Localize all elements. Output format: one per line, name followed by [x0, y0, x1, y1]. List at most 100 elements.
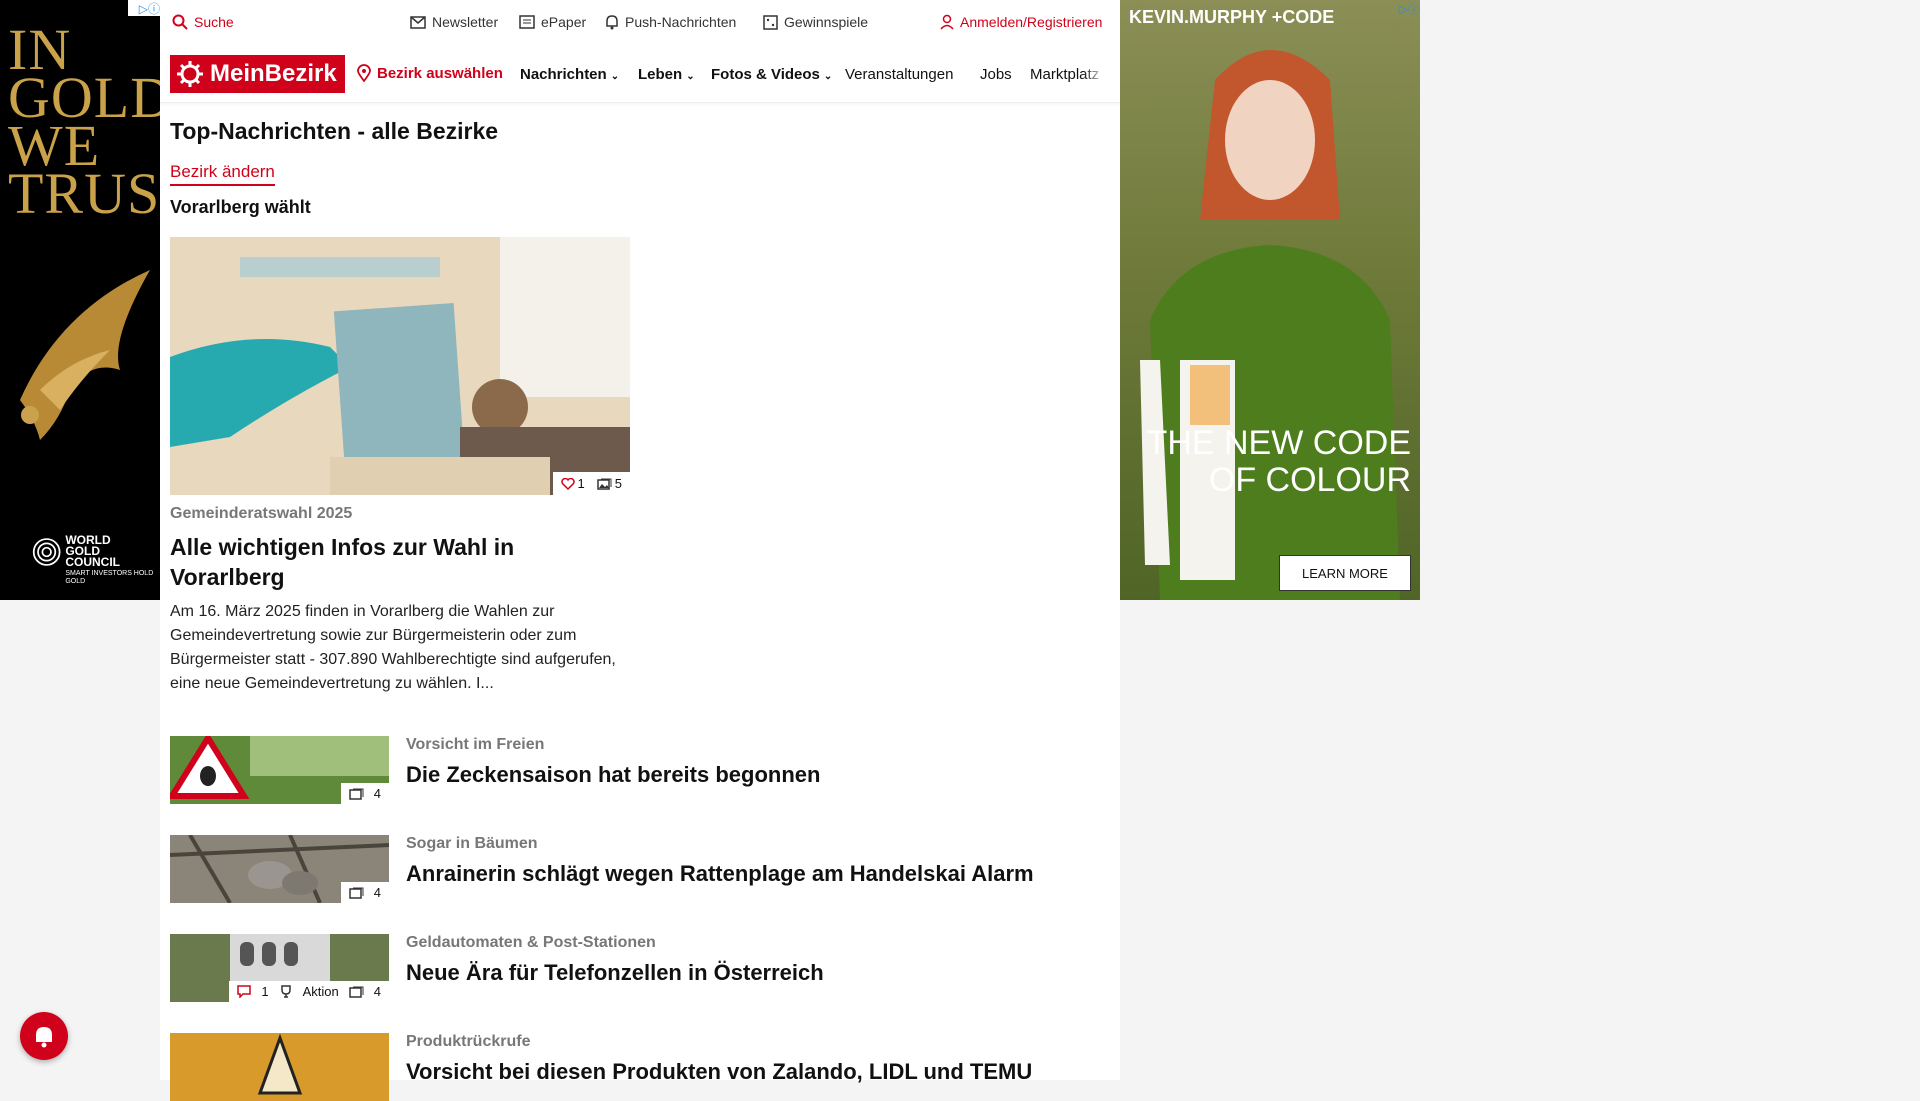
nav-jobs[interactable]: Jobs — [980, 66, 1012, 83]
gallery-icon — [349, 788, 364, 800]
hero-title[interactable]: Alle wichtigen Infos zur Wahl in Vorarlb… — [170, 532, 630, 592]
comment-icon — [237, 985, 252, 998]
ad-brand: KEVIN.MURPHY +CODE — [1129, 7, 1335, 27]
chevron-down-icon: ⌄ — [823, 71, 833, 82]
search-link[interactable]: Suche — [172, 14, 234, 30]
contests-link[interactable]: Gewinnspiele — [763, 14, 868, 30]
images-count: 4 — [373, 786, 381, 801]
nav-life[interactable]: Leben ⌄ — [638, 66, 695, 83]
nav-news[interactable]: Nachrichten ⌄ — [520, 66, 619, 83]
left-ad-banner[interactable]: ▷ⓘ IN GOLD WE TRUST WORLD GOLD COUNCIL S… — [0, 0, 160, 600]
newsletter-link[interactable]: Newsletter — [410, 14, 498, 30]
chevron-down-icon: ⌄ — [610, 71, 620, 82]
world-gold-council-logo: WORLD GOLD COUNCIL SMART INVESTORS HOLD … — [32, 534, 160, 586]
newspaper-icon — [519, 15, 535, 29]
nav-life-label: Leben — [638, 66, 683, 83]
newsletter-label: Newsletter — [432, 14, 499, 30]
login-label: Anmelden/Registrieren — [960, 14, 1103, 30]
wgc-line3: COUNCIL — [65, 555, 121, 569]
nav-events[interactable]: Veranstaltungen — [845, 66, 953, 83]
nav-news-label: Nachrichten — [520, 66, 607, 83]
ad-model-image — [1140, 50, 1400, 600]
notification-bell-button[interactable] — [20, 1012, 68, 1060]
article-kicker: Produktrückrufe — [406, 1033, 531, 1050]
images-badge: 5 — [597, 476, 622, 491]
main-content: Suche Newsletter ePaper Push-Nachrichten… — [160, 0, 1120, 1101]
nav-marketplace[interactable]: Marktplatz — [1030, 66, 1106, 83]
hero-stats: 1 5 — [552, 472, 630, 495]
page-title: Top-Nachrichten - alle Bezirke — [170, 118, 499, 144]
bell-icon — [606, 15, 618, 30]
location-pin-icon — [357, 64, 371, 82]
search-icon — [172, 14, 188, 30]
heart-icon — [560, 477, 575, 490]
article-thumbnail[interactable]: 4 — [170, 736, 389, 804]
logo-sun-icon — [177, 61, 203, 87]
section-heading: Vorarlberg wählt — [170, 197, 311, 217]
ad-headline: IN GOLD WE TRUST — [8, 17, 160, 226]
change-district-link[interactable]: Bezirk ändern — [170, 162, 275, 186]
gold-eagle-image — [20, 270, 150, 440]
site-logo[interactable]: MeinBezirk — [170, 55, 345, 93]
nav-photos-videos[interactable]: Fotos & Videos ⌄ — [711, 66, 832, 83]
gift-icon — [763, 14, 778, 30]
comments-count: 1 — [261, 984, 269, 999]
article-title[interactable]: Neue Ära für Telefonzellen in Österreich — [406, 960, 824, 986]
main-navigation: MeinBezirk Bezirk auswählen Nachrichten ⌄… — [160, 46, 1120, 103]
article-kicker: Sogar in Bäumen — [406, 835, 538, 852]
aktion-label: Aktion — [302, 984, 339, 999]
article-thumbnail[interactable] — [170, 1033, 389, 1101]
right-ad-banner[interactable]: ▷ⓘ KEVIN.MURPHY +CODE THE NEW CODE OF CO… — [1120, 0, 1420, 600]
ballot-photo — [170, 237, 630, 495]
adchoices-icon[interactable]: ▷ⓘ — [1388, 0, 1420, 16]
article-item[interactable]: 4 Vorsicht im Freien Die Zeckensaison ha… — [170, 736, 1100, 804]
adchoices-icon[interactable]: ▷ⓘ — [128, 0, 160, 16]
search-label: Suche — [194, 14, 234, 30]
epaper-link[interactable]: ePaper — [519, 14, 586, 30]
likes-count: 1 — [577, 476, 585, 491]
images-count: 4 — [373, 984, 381, 999]
select-district-label: Bezirk auswählen — [377, 64, 503, 82]
gallery-icon — [349, 887, 364, 899]
article-title[interactable]: Vorsicht bei diesen Produkten von Zaland… — [406, 1059, 1032, 1085]
trophy-icon — [280, 984, 291, 998]
push-label: Push-Nachrichten — [625, 14, 737, 30]
article-thumbnail[interactable]: 4 — [170, 835, 389, 903]
article-thumbnail[interactable]: 1 Aktion 4 — [170, 934, 389, 1002]
wgc-tagline: SMART INVESTORS HOLD GOLD — [65, 570, 154, 585]
epaper-label: ePaper — [541, 14, 587, 30]
learn-more-button[interactable]: LEARN MORE — [1279, 555, 1411, 591]
user-icon — [940, 14, 954, 30]
article-item[interactable]: 1 Aktion 4 Geldautomaten & Post-Statione… — [170, 934, 1100, 1002]
images-count: 4 — [373, 885, 381, 900]
article-stats: 1 Aktion 4 — [229, 981, 389, 1002]
article-title[interactable]: Anrainerin schlägt wegen Rattenplage am … — [406, 861, 1034, 887]
hero-kicker: Gemeinderatswahl 2025 — [170, 505, 353, 522]
utility-bar: Suche Newsletter ePaper Push-Nachrichten… — [160, 0, 1120, 46]
hero-teaser: Am 16. März 2025 finden in Vorarlberg di… — [170, 603, 616, 692]
contests-label: Gewinnspiele — [784, 14, 869, 30]
article-item[interactable]: 4 Sogar in Bäumen Anrainerin schlägt weg… — [170, 835, 1100, 903]
product-recall-photo — [170, 1033, 389, 1101]
article-kicker: Vorsicht im Freien — [406, 736, 545, 753]
push-notifications-link[interactable]: Push-Nachrichten — [605, 14, 736, 30]
article-kicker: Geldautomaten & Post-Stationen — [406, 934, 656, 951]
likes-badge: 1 — [560, 476, 585, 491]
gallery-icon — [597, 478, 612, 490]
logo-text: MeinBezirk — [210, 60, 337, 87]
mail-icon — [410, 15, 426, 29]
gallery-icon — [349, 986, 364, 998]
article-item[interactable]: Produktrückrufe Vorsicht bei diesen Prod… — [170, 1033, 1100, 1101]
login-link[interactable]: Anmelden/Registrieren — [940, 14, 1102, 30]
images-count: 5 — [614, 476, 622, 491]
article-stats: 4 — [340, 783, 389, 804]
hero-image[interactable]: 1 5 — [170, 237, 630, 495]
article-stats: 4 — [340, 882, 389, 903]
wgc-circle-icon — [32, 538, 61, 566]
nav-photos-label: Fotos & Videos — [711, 66, 820, 83]
article-title[interactable]: Die Zeckensaison hat bereits begonnen — [406, 762, 820, 788]
ad-headline: THE NEW CODE OF COLOUR — [1146, 424, 1411, 499]
bell-icon — [36, 1027, 52, 1048]
select-district-button[interactable]: Bezirk auswählen — [357, 64, 503, 82]
chevron-down-icon: ⌄ — [686, 71, 695, 82]
